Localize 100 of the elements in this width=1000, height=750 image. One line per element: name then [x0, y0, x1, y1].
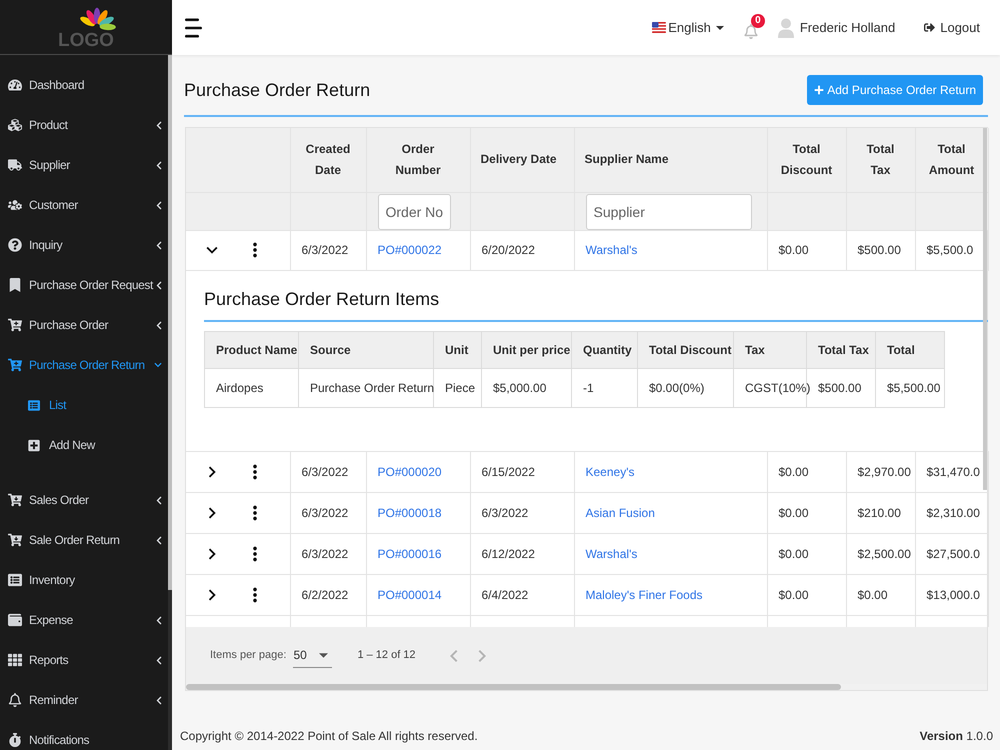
table-cell: $5,500.00 — [876, 368, 944, 407]
table-cell: $5,000.00 — [482, 368, 572, 407]
column-header: Unit — [434, 331, 482, 368]
sidebar-item[interactable]: Notifications — [0, 720, 168, 750]
table-link[interactable]: PO#000018 — [378, 506, 442, 520]
table-cell: $500.00 — [846, 230, 915, 270]
table-cell: $0.00 — [767, 533, 846, 574]
table-cell: $0.00 — [846, 574, 915, 615]
table-cell: $0.00 — [767, 492, 846, 533]
table-cell: $0.00(0%) — [638, 368, 734, 407]
notification-badge: 0 — [750, 14, 765, 28]
sidebar-item[interactable]: Purchase Order Return — [0, 345, 168, 385]
cart-plus-icon — [8, 358, 22, 372]
page-title: Purchase Order Return — [184, 78, 370, 102]
sidebar-item[interactable]: Reports — [0, 640, 168, 680]
cart-arrow-icon — [8, 493, 22, 507]
column-header: Unit per price — [482, 331, 572, 368]
column-header: Tax — [734, 331, 806, 368]
table-link[interactable]: Maloley's Finer Foods — [586, 588, 702, 602]
scrollbar-thumb[interactable] — [186, 684, 841, 690]
table-cell: 6/3/2022 — [290, 451, 366, 492]
sidebar-subitem[interactable]: Add New — [0, 425, 168, 465]
bell-icon[interactable] — [744, 24, 758, 38]
table-cell: $13,000.0 — [915, 574, 988, 615]
table-cell: Airdopes — [204, 368, 298, 407]
table-cell: -1 — [572, 368, 638, 407]
plus-icon — [814, 85, 824, 95]
table-link[interactable]: Keeney's — [586, 464, 634, 478]
table-link[interactable]: Asian Fusion — [586, 506, 655, 520]
gauge-icon — [8, 78, 22, 92]
table-cell: Purchase Order Return — [298, 368, 434, 407]
sidebar-item[interactable]: Sale Order Return — [0, 520, 168, 560]
copyright-text: Copyright © 2014-2022 Point of Sale All rights reserved. — [180, 728, 478, 745]
list-icon — [8, 573, 22, 587]
sidebar-item[interactable]: Dashboard — [0, 65, 168, 105]
user-avatar-icon — [778, 18, 794, 38]
grid-icon — [8, 653, 22, 667]
logout-button[interactable]: Logout — [924, 18, 980, 38]
sidebar-item[interactable]: Supplier — [0, 145, 168, 185]
logo-text: LOGO — [58, 30, 114, 50]
scrollbar-thumb[interactable] — [983, 128, 987, 490]
column-header: Total Discount — [638, 331, 734, 368]
users-gear-icon — [8, 198, 22, 212]
table-cell: 6/2/2022 — [290, 574, 366, 615]
column-header: Order Number — [366, 128, 470, 192]
table-cell: 6/12/2022 — [470, 533, 574, 574]
table-cell: $27,500.0 — [915, 533, 988, 574]
column-header: Total Tax — [846, 128, 915, 192]
flag-icon — [652, 22, 666, 33]
user-name[interactable]: Frederic Holland — [800, 18, 896, 38]
column-header: Delivery Date — [470, 128, 574, 192]
sidebar-item[interactable]: Expense — [0, 600, 168, 640]
table-cell: 6/3/2022 — [470, 492, 574, 533]
column-header: Product Name — [204, 331, 298, 368]
table-cell: $0.00 — [767, 451, 846, 492]
cart-plus-icon — [8, 318, 22, 332]
page-size-select[interactable]: 50 — [293, 644, 332, 668]
sidebar-item[interactable]: Sales Order — [0, 480, 168, 520]
items-per-page-label: Items per page: — [210, 648, 286, 664]
detail-title: Purchase Order Return Items — [204, 288, 440, 310]
sidebar-item[interactable]: Purchase Order — [0, 305, 168, 345]
sidebar-item[interactable]: Inventory — [0, 560, 168, 600]
table-cell: 6/4/2022 — [470, 574, 574, 615]
sidebar-item[interactable]: Purchase Order Request — [0, 265, 168, 305]
stopwatch-icon — [8, 733, 22, 747]
filter-input[interactable]: Supplier — [586, 194, 752, 230]
table-link[interactable]: Warshal's — [586, 546, 638, 560]
sidebar-item[interactable]: Customer — [0, 185, 168, 225]
table-cell: $0.00 — [767, 574, 846, 615]
sidebar-item[interactable]: Reminder — [0, 680, 168, 720]
language-selector[interactable]: English — [652, 18, 724, 38]
table-link[interactable]: PO#000014 — [378, 588, 442, 602]
table-cell: 6/3/2022 — [290, 492, 366, 533]
table-link[interactable]: PO#000016 — [378, 546, 442, 560]
scrollbar-thumb[interactable] — [168, 55, 172, 590]
column-header: Total Tax — [806, 331, 876, 368]
sidebar-item[interactable]: Product — [0, 105, 168, 145]
caret-down-icon — [716, 26, 724, 30]
page-range-label: 1 – 12 of 12 — [357, 648, 416, 664]
wallet-icon — [8, 613, 22, 627]
cart-arrow-icon — [8, 533, 22, 547]
bell-icon — [8, 693, 22, 707]
table-cell: $2,970.00 — [846, 451, 915, 492]
sidebar-subitem[interactable]: List — [0, 385, 168, 425]
filter-input[interactable]: Order No — [378, 194, 450, 230]
table-link[interactable]: PO#000020 — [378, 464, 442, 478]
table-cell: 6/15/2022 — [470, 451, 574, 492]
column-header: Quantity — [572, 331, 638, 368]
table-link[interactable]: PO#000022 — [378, 243, 442, 257]
table-link[interactable]: Warshal's — [586, 243, 638, 257]
table-cell: $0.00 — [767, 230, 846, 270]
table-cell: 6/3/2022 — [290, 230, 366, 270]
table-cell: $210.00 — [846, 492, 915, 533]
column-header: Source — [298, 331, 434, 368]
version-label: Version 1.0.0 — [920, 728, 993, 745]
table-cell: Piece — [434, 368, 482, 407]
table-cell: 6/3/2022 — [290, 533, 366, 574]
sidebar-item[interactable]: Inquiry — [0, 225, 168, 265]
question-icon — [8, 238, 22, 252]
menu-icon[interactable] — [185, 18, 202, 38]
